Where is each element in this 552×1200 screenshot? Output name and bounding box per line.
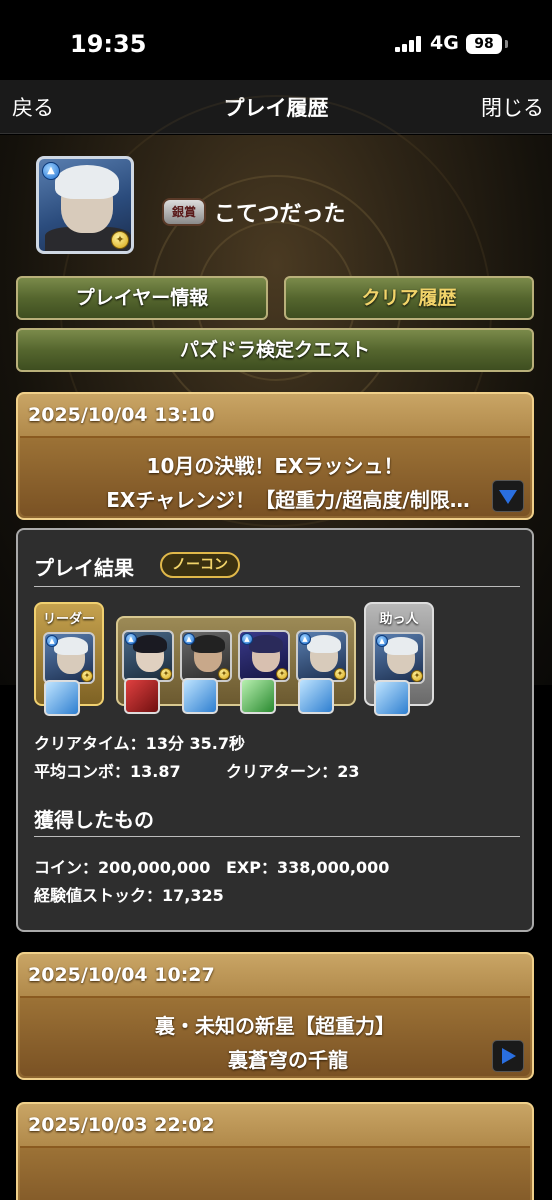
clear-history-button[interactable]: クリア履歴	[284, 276, 534, 320]
collapse-button[interactable]	[492, 480, 524, 512]
play-result-panel: プレイ結果 ノーコン リーダー ▲ ✦ ▲ ✦ ▲ ✦ ▲ ✦ ▲ ✦ 助っ人 …	[16, 528, 534, 932]
coins-earned: コイン：200,000,000	[34, 858, 211, 877]
dungeon-name: 裏・未知の新星【超重力】	[155, 1014, 395, 1038]
sub-monster[interactable]: ▲ ✦	[296, 630, 348, 682]
exp-earned: EXP：338,000,000	[226, 858, 390, 877]
exp-stock: 経験値ストック：17,325	[34, 886, 224, 905]
helper-monster[interactable]: ▲ ✦	[373, 632, 425, 684]
history-entry[interactable]: 2025/10/03 22:02	[16, 1102, 534, 1200]
helper-assist[interactable]	[374, 680, 410, 716]
sub-monster[interactable]: ▲ ✦	[122, 630, 174, 682]
battery-tip	[505, 40, 508, 48]
result-heading: プレイ結果	[34, 556, 134, 580]
sub-assist[interactable]	[182, 678, 218, 714]
sub-monster[interactable]: ▲ ✦	[238, 630, 290, 682]
rank-badge: 銀賞	[162, 198, 206, 226]
triangle-right-icon	[502, 1048, 516, 1064]
floor-name: EXチャレンジ！【超重力/超高度/制限…	[106, 488, 470, 512]
entry-date: 2025/10/04 13:10	[28, 404, 215, 426]
dungeon-name: 10月の決戦！EXラッシュ！	[146, 454, 404, 478]
leader-monster[interactable]: ▲ ✦	[43, 632, 95, 684]
history-entry[interactable]: 2025/10/04 13:10 10月の決戦！EXラッシュ！ EXチャレンジ！…	[16, 392, 534, 520]
player-avatar[interactable]: ▲ ✦	[36, 156, 134, 254]
triangle-down-icon	[499, 490, 517, 504]
sub-members: ▲ ✦ ▲ ✦ ▲ ✦ ▲ ✦	[116, 616, 356, 714]
player-name: こてつだった	[214, 202, 346, 227]
close-button[interactable]: 閉じる	[481, 92, 544, 122]
clear-turn: クリアターン：23	[226, 762, 360, 781]
cellular-signal-icon	[395, 36, 423, 52]
clock: 19:35	[70, 30, 147, 58]
puzzdra-quest-button[interactable]: パズドラ検定クエスト	[16, 328, 534, 372]
sub-assist[interactable]	[124, 678, 160, 714]
expand-button[interactable]	[492, 1040, 524, 1072]
no-continue-badge: ノーコン	[160, 552, 240, 578]
helper-slot: 助っ人 ▲ ✦	[364, 602, 434, 716]
floor-name: 裏蒼穹の千龍	[228, 1048, 348, 1072]
clear-time: クリアタイム：13分 35.7秒	[34, 734, 245, 753]
network-type: 4G	[430, 32, 459, 54]
entry-date: 2025/10/03 22:02	[28, 1114, 215, 1136]
average-combo: 平均コンボ：13.87	[34, 762, 181, 781]
sub-assist[interactable]	[298, 678, 334, 714]
leader-assist[interactable]	[44, 680, 80, 716]
entry-date: 2025/10/04 10:27	[28, 964, 215, 986]
rewards-heading: 獲得したもの	[34, 808, 154, 832]
status-bar: 19:35 4G 98	[0, 0, 552, 80]
helper-label: 助っ人	[379, 612, 419, 627]
history-entry[interactable]: 2025/10/04 10:27 裏・未知の新星【超重力】 裏蒼穹の千龍	[16, 952, 534, 1080]
leader-label: リーダー	[42, 612, 95, 627]
player-info-button[interactable]: プレイヤー情報	[16, 276, 268, 320]
water-attribute-icon: ▲	[42, 162, 60, 180]
light-attribute-icon: ✦	[111, 231, 129, 249]
battery-icon: 98	[466, 34, 502, 54]
sub-assist[interactable]	[240, 678, 276, 714]
sub-monster[interactable]: ▲ ✦	[180, 630, 232, 682]
leader-slot: リーダー ▲ ✦	[34, 602, 104, 716]
